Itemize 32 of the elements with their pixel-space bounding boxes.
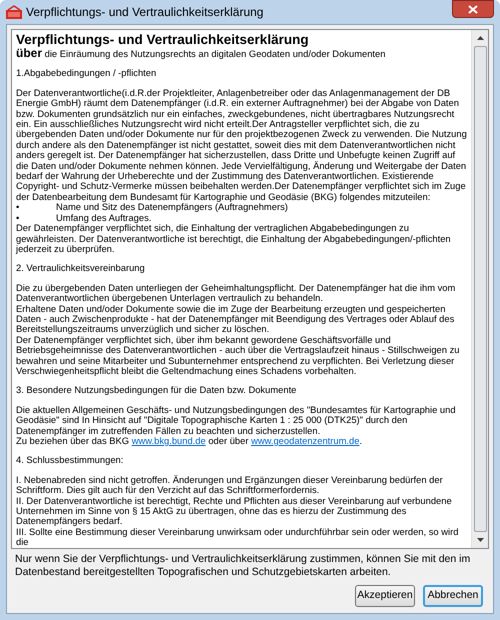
consent-note: Nur wenn Sie der Verpflichtungs- und Vertraulichkeitserklärung zustimmen, können Sie mit den im Datenbestand bereitgestellten Topografischen und Schutzgebietskarten arbeiten. [15,553,472,579]
close-icon [468,4,478,14]
document-heading: Verpflichtungs- und Vertraulichkeitserklärung [16,32,310,48]
dialog-button[interactable]: Abbrechen [423,585,483,607]
paragraph: I. Nebenabreden sind nicht getroffen. Änderungen und Ergänzungen dieser Vereinbarung bedürfen der Schriftform. Dies gilt auch für den Verzicht auf das Schriftformerfordernis. [16,474,444,496]
link[interactable]: www.geodatenzentrum.de [251,435,360,446]
paragraph: III. Sollte eine Bestimmung dieser Vereinbarung unwirksam oder undurchführbar sein oder werden, so wird die [16,526,460,548]
bullet: • [16,202,20,213]
dialog-button[interactable]: Akzeptieren [355,585,415,607]
section-heading: 2. Vertraulichkeitsvereinbarung [16,263,146,274]
bullet: • [16,212,20,224]
paragraph: Der Datenverantwortliche(i.d.R.der Projektleiter, Anlagenbetreiber oder das Anlagenmanagement der DB Energie GmbH) räumt dem Datenempfänger (i.d.R. ein externer Auftragnehmer) bei der Abgabe von Daten bzw. Dokumenten grundsätzlich nur ein einfaches, zweckgebundenes, nicht übertragbares Nutzungsrecht ein. Ein ausschließliches Nutzungsrecht wird nicht erteilt.Der Antragsteller verpflichtet sich, die zu übergebenden Daten und/oder Dokumente nur für den projektbezogenen Zweck zu verwenden. Die Nutzung durch andere als den Datenempfänger ist nicht gestattet, soweit dies mit dem Datenverantwortlichen nicht anders geregelt ist. Der Datenempfänger hat sicherzustellen, dass Dritte und Unbefugte keinen Zugriff auf die Daten und/oder Dokumente nehmen können. Jede Vervielfältigung, Änderung und Weitergabe der Daten bedarf der Wahrung der Urheberechte und der Zustimmung des Datenverantwortlichen. Existierende Copyright- und Schutz-Vermerke müssen beibehalten werden.Der Datenempfänger verpflichtet sich im Zuge der Datenbearbeitung dem Bundesamt für Kartographie und Geodäsie (BKG) folgendes mitzuteilen: [16,88,467,202]
document-subheading: über die Einräumung des Nutzungsrechts an digitalen Geodaten und/oder Dokumenten [16,48,386,60]
paragraph: II. Der Datenverantwortliche ist berechtigt, Rechte und Pflichten aus dieser Vereinbarung auf verbundene Unternehmen im Sinne von § 15 AktG zu übertragen, ohne das es hierzu der Zustimmung des Datenempfängers bedarf. [16,496,453,527]
scroll-up-icon [476,36,484,40]
paragraph: Die aktuellen Allgemeinen Geschäfts- und Nutzungsbedingungen des "Bundesamtes für Kartographie und Geodäsie" sind In Hinsicht auf "Digitale Topographische Karten 1 : 25 000 (DTK25)" durch den Datenempfänger im zutreffenden Fällen zu beachten und sicherzustellen. [16,404,457,436]
app-logo-icon [6,5,22,19]
window-title: Verpflichtungs- und Vertraulichkeitserklärung [26,4,264,21]
bullet-text: Name und Sitz des Datenempfängers (Auftragnehmers) [56,202,288,213]
paragraph: Der Datenempfänger verpflichtet sich, über ihm bekannt gewordene Geschäftsvorfälle und Betriebsgeheimnisse des Datenverantwortlichen - auch über die Vertragslaufzeit hinaus - Stillschweigen zu bewahren und seine Mitarbeiter und Subunternehmer entsprechend zu verpflichten. Bei Verletzung dieser Verschwiegenheitspflicht bleibt die Geltendmachung eines Schadens vorbehalten. [16,334,460,376]
section-heading: 4. Schlussbestimmungen: [16,455,124,466]
section-heading: 3. Besondere Nutzungsbedingungen für die Daten bzw. Dokumente [16,385,298,396]
paragraph: Der Datenempfänger verpflichtet sich, die Einhaltung der vertraglichen Abgabebedingungen zu gewährleisten. Der Datenverantwortliche ist berechtigt, die Einhaltung der Abgabebedingungen/-pflichten jederzeit zu überprüfen. [16,223,452,254]
paragraph: Die zu übergebenden Daten unterliegen der Geheimhaltungspflicht. Der Datenempfänger hat die ihm vom Datenverantwortlichen übergebenen Unterlagen vertraulich zu behandeln. [16,282,456,304]
scrollbar[interactable] [471,30,488,548]
paragraph: Zu beziehen über das BKG www.bkg.bund.de oder über www.geodatenzentrum.de. [16,436,364,446]
link[interactable]: www.bkg.bund.de [132,435,206,446]
close-button[interactable] [452,0,494,18]
scroll-down-icon [476,538,484,542]
paragraph: Erhaltene Daten und/oder Dokumente sowie die im Zuge der Bearbeitung erzeugten und gespeicherten Daten - auch Zwischenprodukte - hat der Datenempfänger mit Beendigung des Vertrages oder Ablauf des Bereitstellungszeitraums unverzüglich und sicher zu löschen. [16,304,456,335]
bullet-text: Umfang des Auftrages. [56,212,152,224]
section-heading: 1.Abgabebedingungen / -pflichten [16,68,158,79]
